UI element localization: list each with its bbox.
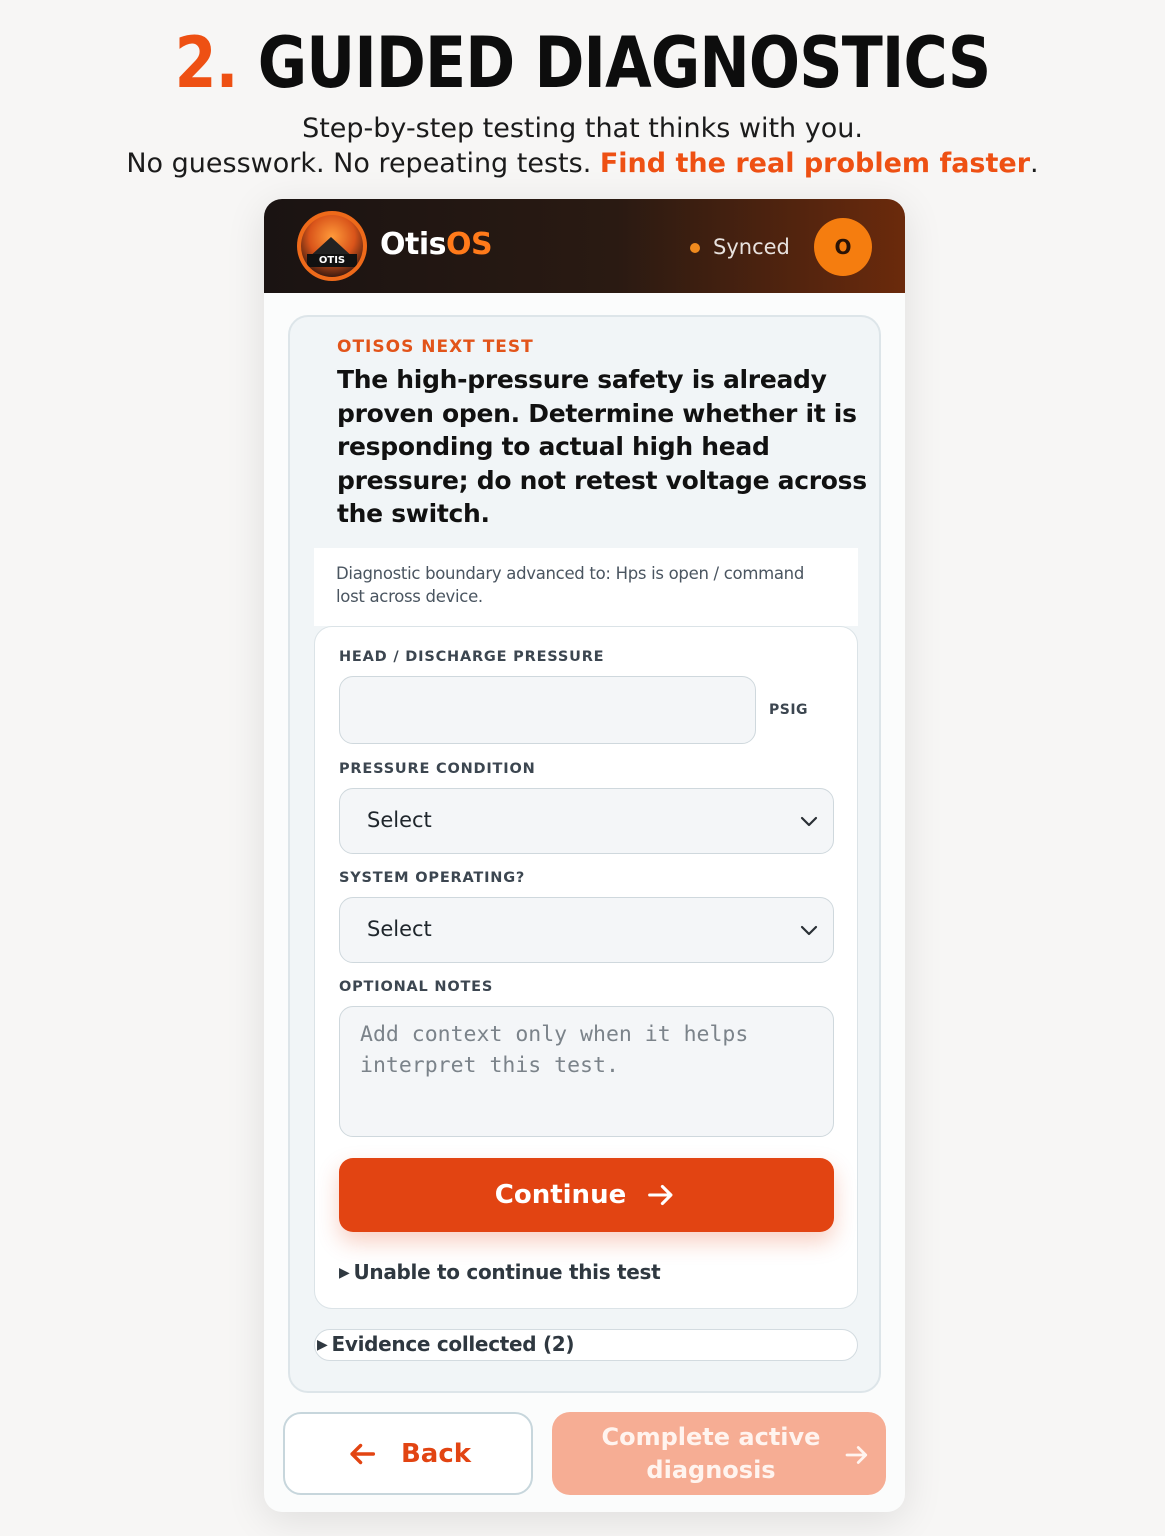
disclosure-triangle-icon: ▶ <box>317 1337 328 1353</box>
page-heading: 2. GUIDED DIAGNOSTICS <box>82 22 1084 104</box>
disclosure-triangle-icon: ▶ <box>339 1265 350 1281</box>
continue-button[interactable]: Continue <box>339 1158 834 1232</box>
pressure-condition-label: PRESSURE CONDITION <box>339 761 536 777</box>
test-form: HEAD / DISCHARGE PRESSURE PSIG PRESSURE … <box>314 626 858 1309</box>
continue-label: Continue <box>494 1180 627 1210</box>
next-test-card: OTISOS NEXT TEST The high-pressure safet… <box>288 315 881 1393</box>
test-instruction: The high-pressure safety is already prov… <box>337 365 867 528</box>
app-window: OTIS OtisOS Synced O OTISOS NEXT TEST Th… <box>264 199 905 1512</box>
head-pressure-label: HEAD / DISCHARGE PRESSURE <box>339 649 605 665</box>
head-pressure-input[interactable] <box>339 676 756 744</box>
sync-status-dot-icon <box>690 243 700 253</box>
brand-main: Otis <box>380 227 446 262</box>
heading-text: GUIDED DIAGNOSTICS <box>257 22 992 104</box>
diagnostic-boundary: Diagnostic boundary advanced to: Hps is … <box>314 548 858 626</box>
subtitle-plain: No guesswork. No repeating tests. <box>126 148 600 179</box>
arrow-right-icon <box>845 1446 868 1464</box>
pressure-condition-select[interactable]: Select <box>339 788 834 854</box>
unable-to-continue-toggle[interactable]: ▶ Unable to continue this test <box>339 1260 661 1284</box>
evidence-collected-toggle[interactable]: ▶ Evidence collected (2) <box>314 1329 858 1361</box>
unable-label: Unable to continue this test <box>353 1260 661 1284</box>
system-operating-label: SYSTEM OPERATING? <box>339 870 526 886</box>
back-label: Back <box>400 1438 472 1469</box>
system-operating-select[interactable]: Select <box>339 897 834 963</box>
subtitle-line-1: Step-by-step testing that thinks with yo… <box>302 113 863 144</box>
app-header: OTIS OtisOS Synced O <box>264 199 905 293</box>
optional-notes-label: OPTIONAL NOTES <box>339 979 494 995</box>
sync-status: Synced <box>713 235 790 259</box>
subtitle-end: . <box>1030 148 1039 179</box>
evidence-label: Evidence collected (2) <box>331 1332 575 1356</box>
step-number: 2. <box>174 22 239 104</box>
complete-diagnosis-button[interactable]: Complete active diagnosis <box>552 1412 886 1495</box>
next-test-eyebrow: OTISOS NEXT TEST <box>337 337 534 357</box>
logo-badge: OTIS <box>301 215 363 277</box>
back-button[interactable]: Back <box>283 1412 533 1495</box>
pressure-unit: PSIG <box>769 702 809 718</box>
subtitle-accent: Find the real problem faster <box>599 148 1031 179</box>
complete-label: Complete active diagnosis <box>601 1423 821 1484</box>
app-title: OtisOS <box>380 227 493 262</box>
brand-accent: OS <box>445 227 493 262</box>
arrow-right-icon <box>648 1184 673 1206</box>
chevron-down-icon <box>800 925 818 936</box>
logo-wordmark: OTIS <box>307 254 357 267</box>
system-operating-value: Select <box>367 917 432 941</box>
notes-textarea[interactable]: Add context only when it helps interpret… <box>339 1006 834 1137</box>
chevron-down-icon <box>800 816 818 827</box>
user-avatar[interactable]: O <box>814 218 872 276</box>
subtitle-line-2: No guesswork. No repeating tests. Find t… <box>0 148 1165 179</box>
arrow-left-icon <box>350 1443 375 1464</box>
pressure-condition-value: Select <box>367 808 432 832</box>
otisos-logo[interactable]: OTIS <box>297 211 367 281</box>
